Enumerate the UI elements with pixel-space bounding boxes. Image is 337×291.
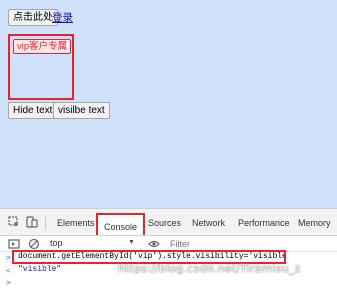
tab-console[interactable]: Console <box>96 213 146 235</box>
context-select[interactable]: top <box>50 238 63 248</box>
login-link[interactable]: 登录 <box>52 10 73 25</box>
console-input-prompt-icon[interactable]: > <box>6 278 11 287</box>
chevron-down-icon: ▼ <box>128 239 135 246</box>
click-here-button[interactable]: 点击此处 <box>8 9 58 26</box>
hide-text-button[interactable]: Hide text <box>8 102 58 119</box>
tab-divider <box>45 215 46 230</box>
tab-elements[interactable]: Elements <box>57 209 95 235</box>
result-arrow-icon: < <box>6 266 11 275</box>
tab-performance[interactable]: Performance <box>238 209 290 235</box>
vip-button[interactable]: vip客户专属 <box>13 39 72 54</box>
watermark: https://blog.csdn.net/Tiramisu_z <box>118 262 301 275</box>
eye-icon[interactable] <box>148 238 160 250</box>
inspect-element-icon[interactable] <box>8 216 20 228</box>
tab-memory[interactable]: Memory <box>298 209 331 235</box>
vip-highlight-box: vip客户专属 <box>8 34 74 100</box>
clear-console-icon[interactable] <box>28 238 40 250</box>
console-result: "visible" <box>18 265 62 274</box>
tab-sources[interactable]: Sources <box>148 209 181 235</box>
devtools-tabbar: Elements Console Sources Network Perform… <box>0 209 337 236</box>
command-prompt-icon: > <box>6 253 11 262</box>
show-sidebar-icon[interactable] <box>8 238 20 250</box>
tab-network[interactable]: Network <box>192 209 225 235</box>
device-toolbar-icon[interactable] <box>26 216 38 228</box>
page-viewport: 点击此处 登录 vip客户专属 Hide text visilbe text <box>0 0 337 208</box>
visible-text-button[interactable]: visilbe text <box>53 102 110 119</box>
filter-input[interactable] <box>170 237 330 250</box>
